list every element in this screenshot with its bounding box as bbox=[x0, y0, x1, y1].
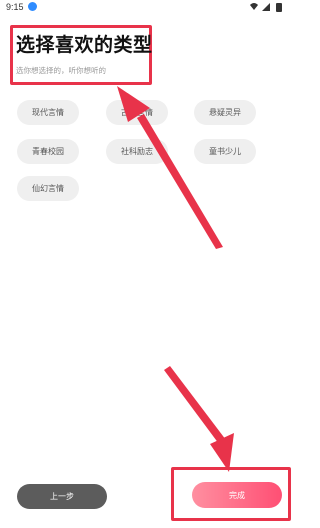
arrow-shaft-done bbox=[164, 366, 226, 444]
category-chip-social-science[interactable]: 社科励志 bbox=[106, 139, 168, 164]
status-icons bbox=[250, 3, 282, 12]
page-subtitle: 选你想选择的，听你想听的 bbox=[16, 66, 106, 75]
notification-app-icon bbox=[28, 2, 37, 11]
arrow-shaft-title bbox=[137, 114, 223, 249]
category-chip-fantasy-romance[interactable]: 仙幻言情 bbox=[17, 176, 79, 201]
page-title: 选择喜欢的类型 bbox=[16, 34, 153, 56]
signal-icon bbox=[262, 3, 270, 11]
done-button[interactable]: 完成 bbox=[192, 482, 282, 508]
category-chip-mystery[interactable]: 悬疑灵异 bbox=[194, 100, 256, 125]
arrow-to-done bbox=[164, 366, 234, 472]
status-bar: 9:15 bbox=[0, 0, 300, 14]
status-time: 9:15 bbox=[6, 2, 24, 12]
category-chip-modern-romance[interactable]: 现代言情 bbox=[17, 100, 79, 125]
category-chip-youth-campus[interactable]: 青春校园 bbox=[17, 139, 79, 164]
wifi-icon bbox=[250, 3, 258, 10]
previous-step-button[interactable]: 上一步 bbox=[17, 484, 107, 509]
category-chip-children[interactable]: 童书少儿 bbox=[194, 139, 256, 164]
battery-icon bbox=[276, 3, 282, 12]
category-chip-ancient-romance[interactable]: 古代言情 bbox=[106, 100, 168, 125]
